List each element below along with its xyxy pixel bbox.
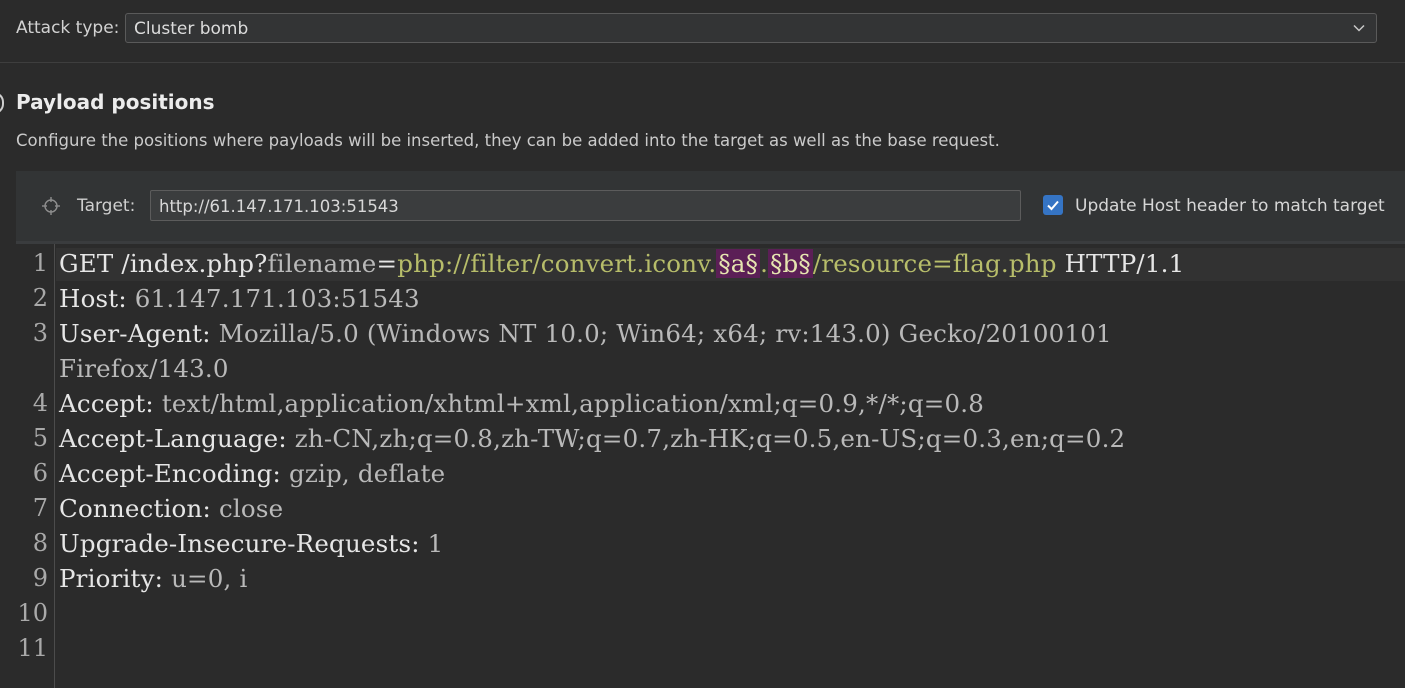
query-param-value: php://filter/convert.iconv. — [397, 249, 717, 278]
header-line: Connection: close — [59, 494, 283, 523]
payload-marker-a[interactable]: §a§ — [716, 249, 761, 278]
http-protocol: HTTP/1.1 — [1056, 249, 1185, 278]
line-number: 6 — [32, 459, 48, 487]
line-number: 9 — [32, 564, 48, 592]
line-number-gutter: 1 2 3 4 5 6 7 8 9 10 11 — [16, 244, 55, 688]
attack-type-row: Attack type: Cluster bomb — [0, 0, 1405, 63]
line-number: 2 — [32, 284, 48, 312]
header-continuation: Firefox/143.0 — [59, 354, 229, 383]
header-value: Mozilla/5.0 (Windows NT 10.0; Win64; x64… — [210, 319, 1112, 348]
request-editor[interactable]: 1 2 3 4 5 6 7 8 9 10 11 GET /index.php?f… — [16, 241, 1405, 688]
header-line: Priority: u=0, i — [59, 564, 248, 593]
target-url-value: http://61.147.171.103:51543 — [159, 197, 399, 216]
header-value: Firefox/143.0 — [59, 354, 229, 383]
header-name: Connection: — [59, 494, 211, 523]
header-name: Accept-Language: — [59, 424, 287, 453]
request-line: GET /index.php?filename=php://filter/con… — [59, 249, 1184, 278]
header-name: Accept: — [59, 389, 154, 418]
header-name: Upgrade-Insecure-Requests: — [59, 529, 420, 558]
crosshair-icon[interactable] — [41, 196, 61, 216]
target-url-input[interactable]: http://61.147.171.103:51543 — [150, 190, 1021, 221]
line-number: 4 — [32, 389, 48, 417]
update-host-label: Update Host header to match target — [1075, 196, 1385, 216]
header-value: zh-CN,zh;q=0.8,zh-TW;q=0.7,zh-HK;q=0.5,e… — [286, 424, 1126, 453]
header-value: 1 — [419, 529, 444, 558]
query-param-suffix: /resource=flag.php — [812, 249, 1057, 278]
header-value: text/html,application/xhtml+xml,applicat… — [153, 389, 985, 418]
header-value: 61.147.171.103:51543 — [126, 284, 420, 313]
header-name: Accept-Encoding: — [59, 459, 282, 488]
target-label: Target: — [77, 196, 136, 216]
header-name: Host: — [59, 284, 127, 313]
section-collapse-icon[interactable] — [0, 92, 4, 114]
line-number: 1 — [32, 249, 48, 277]
header-line: User-Agent: Mozilla/5.0 (Windows NT 10.0… — [59, 319, 1112, 348]
query-param-name: filename — [267, 249, 377, 278]
payload-marker-b[interactable]: §b§ — [768, 249, 813, 278]
line-number: 5 — [32, 424, 48, 452]
section-title: Payload positions — [16, 90, 215, 114]
header-value: gzip, deflate — [281, 459, 446, 488]
header-line: Accept-Encoding: gzip, deflate — [59, 459, 445, 488]
attack-type-value: Cluster bomb — [134, 19, 249, 39]
header-name: User-Agent: — [59, 319, 211, 348]
target-bar: Target: http://61.147.171.103:51543 Upda… — [16, 171, 1405, 241]
line-number: 8 — [32, 529, 48, 557]
header-line: Accept: text/html,application/xhtml+xml,… — [59, 389, 984, 418]
attack-type-select[interactable]: Cluster bomb — [125, 13, 1377, 43]
section-description: Configure the positions where payloads w… — [16, 131, 1000, 150]
line-number: 7 — [32, 494, 48, 522]
chevron-down-icon — [1353, 24, 1365, 32]
query-param-dot: . — [760, 249, 769, 278]
line-number: 11 — [17, 634, 48, 662]
line-number: 10 — [17, 599, 48, 627]
header-line: Accept-Language: zh-CN,zh;q=0.8,zh-TW;q=… — [59, 424, 1125, 453]
attack-type-label: Attack type: — [16, 18, 120, 38]
header-value: close — [210, 494, 284, 523]
query-equals: = — [376, 249, 398, 278]
request-method-path: GET /index.php? — [59, 249, 268, 278]
line-number: 3 — [32, 319, 48, 347]
header-name: Priority: — [59, 564, 164, 593]
header-line: Upgrade-Insecure-Requests: 1 — [59, 529, 443, 558]
header-line: Host: 61.147.171.103:51543 — [59, 284, 420, 313]
header-value: u=0, i — [163, 564, 248, 593]
update-host-checkbox[interactable] — [1043, 195, 1063, 215]
checkmark-icon — [1047, 200, 1059, 211]
